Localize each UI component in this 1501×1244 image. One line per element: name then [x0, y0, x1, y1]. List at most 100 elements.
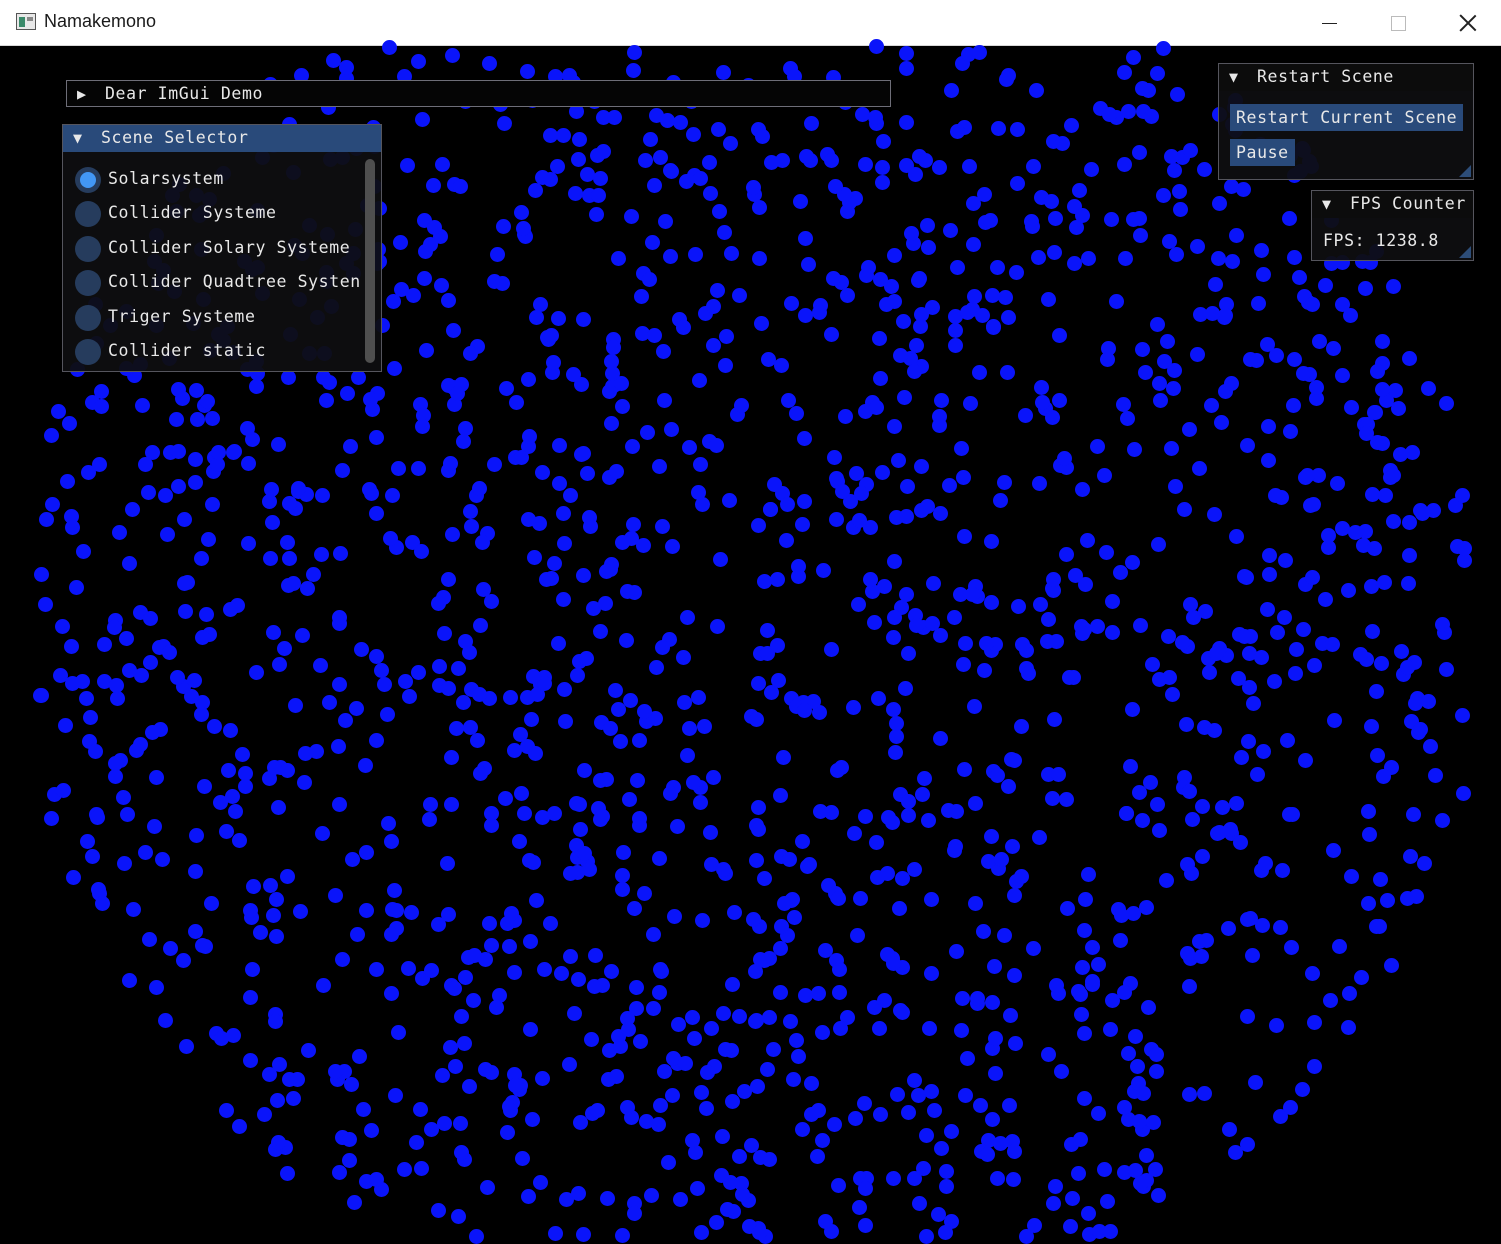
particle: [832, 1021, 848, 1037]
demo-window-collapsed[interactable]: ▶ Dear ImGui Demo: [66, 80, 891, 107]
particle: [791, 1048, 807, 1064]
particle: [1179, 946, 1195, 962]
particle: [262, 493, 278, 509]
particle: [281, 1071, 297, 1087]
scene-option-collider-static[interactable]: Collider static: [63, 335, 361, 369]
restart-scene-header[interactable]: ▼ Restart Scene: [1219, 64, 1473, 91]
fps-counter-header[interactable]: ▼ FPS Counter: [1312, 191, 1473, 218]
particle: [933, 731, 949, 747]
particle: [187, 673, 203, 689]
particle: [760, 1062, 776, 1078]
particle: [751, 822, 767, 838]
particle: [143, 654, 159, 670]
particle: [1191, 460, 1207, 476]
radio-icon[interactable]: [75, 270, 101, 296]
particle: [769, 572, 785, 588]
particle: [682, 439, 697, 455]
particle: [713, 1168, 729, 1184]
scene-option-collider-solary-systeme[interactable]: Collider Solary Systeme: [63, 232, 361, 266]
collapse-arrow-icon[interactable]: ▼: [1229, 68, 1239, 86]
particle: [953, 440, 969, 456]
scene-selector-window[interactable]: ▼ Scene Selector Solarsystem Collider Sy…: [62, 124, 382, 372]
radio-icon[interactable]: [75, 236, 101, 262]
particle: [773, 918, 789, 934]
particle: [802, 857, 818, 873]
particle: [1031, 475, 1047, 491]
close-button[interactable]: [1433, 0, 1501, 46]
minimize-button[interactable]: [1294, 0, 1364, 46]
particle: [899, 61, 915, 77]
particle: [731, 1008, 747, 1024]
particle: [577, 763, 593, 779]
radio-icon[interactable]: [75, 339, 101, 365]
scene-option-solarsystem[interactable]: Solarsystem: [63, 163, 361, 197]
particle: [1384, 957, 1399, 973]
particle: [562, 488, 578, 504]
particle: [651, 850, 667, 866]
resize-grip-icon[interactable]: [1459, 165, 1471, 177]
particle: [709, 618, 725, 634]
particle: [376, 677, 392, 693]
particle: [523, 711, 539, 727]
particle: [987, 1030, 1003, 1046]
restart-scene-window[interactable]: ▼ Restart Scene Restart Current Scene Pa…: [1218, 63, 1474, 180]
particle: [1089, 438, 1105, 454]
particle: [196, 779, 212, 795]
particle: [1195, 798, 1211, 814]
scene-option-collider-systeme[interactable]: Collider Systeme: [63, 197, 361, 231]
particle: [331, 796, 347, 812]
particle: [418, 342, 434, 358]
collapse-arrow-icon[interactable]: ▼: [1322, 195, 1332, 213]
scene-option-triger-systeme[interactable]: Triger Systeme: [63, 301, 361, 335]
particle: [642, 272, 658, 288]
particle: [122, 662, 138, 678]
particle: [1044, 193, 1060, 209]
particle: [1307, 1015, 1323, 1031]
particle: [1117, 157, 1133, 173]
particle: [1006, 1172, 1022, 1188]
particle: [859, 267, 875, 283]
particle: [425, 177, 441, 193]
particle: [990, 260, 1006, 276]
particle: [263, 550, 279, 566]
radio-icon[interactable]: [75, 305, 101, 331]
radio-selected-icon[interactable]: [75, 167, 101, 193]
particle: [701, 154, 717, 170]
pause-button[interactable]: Pause: [1230, 139, 1295, 166]
particle: [142, 931, 158, 947]
particle: [1269, 624, 1285, 640]
scene-selector-header[interactable]: ▼ Scene Selector: [63, 125, 381, 152]
fps-counter-window[interactable]: ▼ FPS Counter FPS: 1238.8: [1311, 190, 1474, 261]
particle: [715, 861, 731, 877]
scene-list-scrollbar[interactable]: [365, 159, 375, 363]
particle: [1455, 487, 1471, 503]
expand-arrow-icon[interactable]: ▶: [77, 85, 87, 103]
particle: [824, 326, 840, 342]
particle: [445, 322, 461, 338]
particle: [1406, 807, 1422, 823]
resize-grip-icon[interactable]: [1459, 246, 1471, 258]
particle: [1194, 949, 1210, 965]
radio-icon[interactable]: [75, 201, 101, 227]
particle: [1261, 567, 1277, 583]
particle: [455, 694, 471, 710]
particle: [702, 185, 718, 201]
particle: [723, 245, 739, 261]
particle: [122, 555, 138, 571]
maximize-button[interactable]: [1363, 0, 1433, 46]
particle: [636, 703, 652, 719]
collapse-arrow-icon[interactable]: ▼: [73, 129, 83, 147]
particle: [750, 1079, 766, 1095]
particle: [555, 127, 571, 143]
particle: [211, 445, 227, 461]
window-titlebar[interactable]: Namakemono: [0, 0, 1501, 46]
particle: [913, 458, 929, 474]
particle: [690, 1180, 706, 1196]
particle: [95, 896, 111, 912]
scene-option-collider-quadtree[interactable]: Collider Quadtree Systen: [63, 266, 361, 300]
particle: [955, 991, 971, 1007]
particle: [534, 169, 550, 185]
particle: [62, 416, 78, 432]
restart-current-scene-button[interactable]: Restart Current Scene: [1230, 104, 1464, 131]
particle: [285, 1091, 301, 1107]
